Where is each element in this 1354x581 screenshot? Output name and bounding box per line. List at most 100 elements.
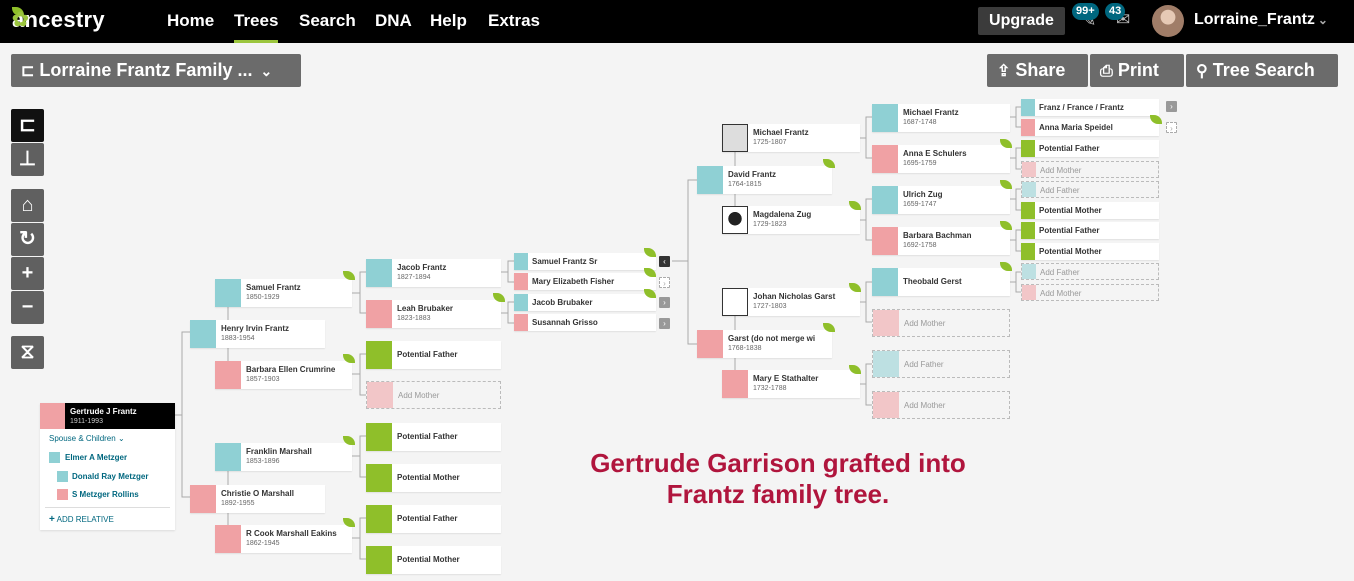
plus-icon: +: [49, 514, 55, 525]
potential-father-icon: [366, 505, 392, 533]
placeholder-label: Add Father: [904, 360, 944, 369]
child-link[interactable]: Donald Ray Metzger: [72, 472, 148, 481]
potential-father-icon: [1021, 140, 1035, 157]
person-dates: 1768-1838: [728, 345, 762, 352]
placeholder-label: Potential Father: [397, 432, 458, 441]
female-avatar-icon: [1021, 119, 1035, 136]
collapse-arrow-icon[interactable]: ‹: [659, 256, 670, 267]
male-avatar-icon: [514, 253, 528, 270]
expand-arrow-icon[interactable]: ›: [659, 318, 670, 329]
person-card[interactable]: Leah Brubaker 1823-1883: [366, 300, 501, 328]
add-mother-card[interactable]: Add Mother: [1021, 284, 1159, 301]
male-avatar-icon: [1022, 182, 1036, 197]
person-card[interactable]: Anna E Schulers 1695-1759: [872, 145, 1010, 173]
person-name: Franz / France / Frantz: [1039, 103, 1124, 112]
person-dates: 1732-1788: [753, 385, 787, 392]
add-father-card[interactable]: Add Father: [1021, 263, 1159, 280]
female-avatar-icon: [57, 489, 68, 500]
expand-arrow-icon[interactable]: ›: [659, 277, 670, 288]
add-mother-card[interactable]: Add Mother: [366, 381, 501, 409]
add-father-card[interactable]: Add Father: [872, 350, 1010, 378]
person-card[interactable]: Johan Nicholas Garst 1727-1803: [722, 288, 860, 316]
person-card[interactable]: Barbara Bachman 1692-1758: [872, 227, 1010, 255]
potential-father-card[interactable]: Potential Father: [1021, 140, 1159, 157]
add-mother-card[interactable]: Add Mother: [1021, 161, 1159, 178]
person-name: Leah Brubaker: [397, 304, 454, 313]
add-mother-card[interactable]: Add Mother: [872, 309, 1010, 337]
potential-father-card[interactable]: Potential Father: [1021, 222, 1159, 239]
child-link[interactable]: S Metzger Rollins: [72, 490, 139, 499]
person-card[interactable]: Michael Frantz 1687-1748: [872, 104, 1010, 132]
potential-father-card[interactable]: Potential Father: [366, 505, 501, 533]
person-card[interactable]: Franz / France / Frantz: [1021, 99, 1159, 116]
person-card[interactable]: Mary E Stathalter 1732-1788: [722, 370, 860, 398]
person-dates: 1827-1894: [397, 274, 431, 281]
person-dates: 1725-1807: [753, 139, 787, 146]
add-relative-button[interactable]: + ADD RELATIVE: [49, 514, 114, 525]
spouse-children-label: Spouse & Children: [49, 434, 116, 443]
expand-arrow-icon[interactable]: ›: [659, 297, 670, 308]
person-card[interactable]: Jacob Brubaker: [514, 294, 656, 311]
person-card[interactable]: Henry Irvin Frantz 1883-1954: [190, 320, 325, 348]
spouse-children-toggle[interactable]: Spouse & Children ⌄: [49, 434, 125, 443]
home-person-dates: 1911-1993: [70, 418, 103, 425]
person-name: David Frantz: [728, 170, 777, 179]
potential-mother-card[interactable]: Potential Mother: [366, 546, 501, 574]
male-avatar-icon: [190, 320, 216, 348]
spouse-link[interactable]: Elmer A Metzger: [65, 453, 127, 462]
female-avatar-icon: [873, 310, 899, 336]
potential-mother-card[interactable]: Potential Mother: [366, 464, 501, 492]
divider: [45, 507, 170, 508]
person-card[interactable]: Magdalena Zug 1729-1823: [722, 206, 860, 234]
person-dates: 1695-1759: [903, 160, 937, 167]
person-card[interactable]: David Frantz 1764-1815: [697, 166, 832, 194]
person-dates: 1729-1823: [753, 221, 787, 228]
person-name: Barbara Ellen Crumrine: [246, 365, 336, 374]
person-name: Jacob Brubaker: [532, 298, 593, 307]
potential-father-card[interactable]: Potential Father: [366, 423, 501, 451]
expand-arrow-icon[interactable]: ›: [1166, 101, 1177, 112]
person-card[interactable]: R Cook Marshall Eakins 1862-1945: [215, 525, 352, 553]
placeholder-label: Add Mother: [904, 319, 946, 328]
male-avatar-icon: [872, 268, 898, 296]
placeholder-label: Add Mother: [1040, 166, 1082, 175]
person-dates: 1659-1747: [903, 201, 937, 208]
person-card[interactable]: Samuel Frantz 1850-1929: [215, 279, 352, 307]
person-card[interactable]: Samuel Frantz Sr: [514, 253, 656, 270]
female-avatar-icon: [514, 314, 528, 331]
person-card[interactable]: Susannah Grisso: [514, 314, 656, 331]
person-card[interactable]: Franklin Marshall 1853-1896: [215, 443, 352, 471]
person-card[interactable]: Jacob Frantz 1827-1894: [366, 259, 501, 287]
home-person-card[interactable]: Gertrude J Frantz 1911-1993 Spouse & Chi…: [40, 403, 175, 530]
potential-father-card[interactable]: Potential Father: [366, 341, 501, 369]
person-name: Michael Frantz: [903, 108, 959, 117]
expand-arrow-icon[interactable]: ›: [1166, 122, 1177, 133]
person-card[interactable]: Barbara Ellen Crumrine 1857-1903: [215, 361, 352, 389]
female-avatar-icon: [873, 392, 899, 418]
person-card[interactable]: Garst (do not merge wi 1768-1838: [697, 330, 832, 358]
add-father-card[interactable]: Add Father: [1021, 181, 1159, 198]
person-dates: 1727-1803: [753, 303, 787, 310]
person-card[interactable]: Christie O Marshall 1892-1955: [190, 485, 325, 513]
male-avatar-icon: [215, 443, 241, 471]
person-dates: 1857-1903: [246, 376, 280, 383]
potential-mother-card[interactable]: Potential Mother: [1021, 243, 1159, 260]
male-avatar-icon: [366, 259, 392, 287]
potential-mother-icon: [366, 546, 392, 574]
person-card[interactable]: Theobald Gerst: [872, 268, 1010, 296]
female-avatar-icon: [215, 361, 241, 389]
person-card[interactable]: Michael Frantz 1725-1807: [722, 124, 860, 152]
placeholder-label: Potential Father: [397, 350, 458, 359]
male-avatar-icon: [697, 166, 723, 194]
person-dates: 1850-1929: [246, 294, 280, 301]
female-avatar-icon: [40, 403, 65, 429]
male-avatar-icon: [873, 351, 899, 377]
person-card[interactable]: Anna Maria Speidel: [1021, 119, 1159, 136]
person-name: Anna E Schulers: [903, 149, 967, 158]
potential-mother-card[interactable]: Potential Mother: [1021, 202, 1159, 219]
add-mother-card[interactable]: Add Mother: [872, 391, 1010, 419]
placeholder-label: Potential Mother: [397, 555, 460, 564]
home-person-header: Gertrude J Frantz 1911-1993: [65, 403, 175, 429]
person-card[interactable]: Ulrich Zug 1659-1747: [872, 186, 1010, 214]
person-card[interactable]: Mary Elizabeth Fisher: [514, 273, 656, 290]
